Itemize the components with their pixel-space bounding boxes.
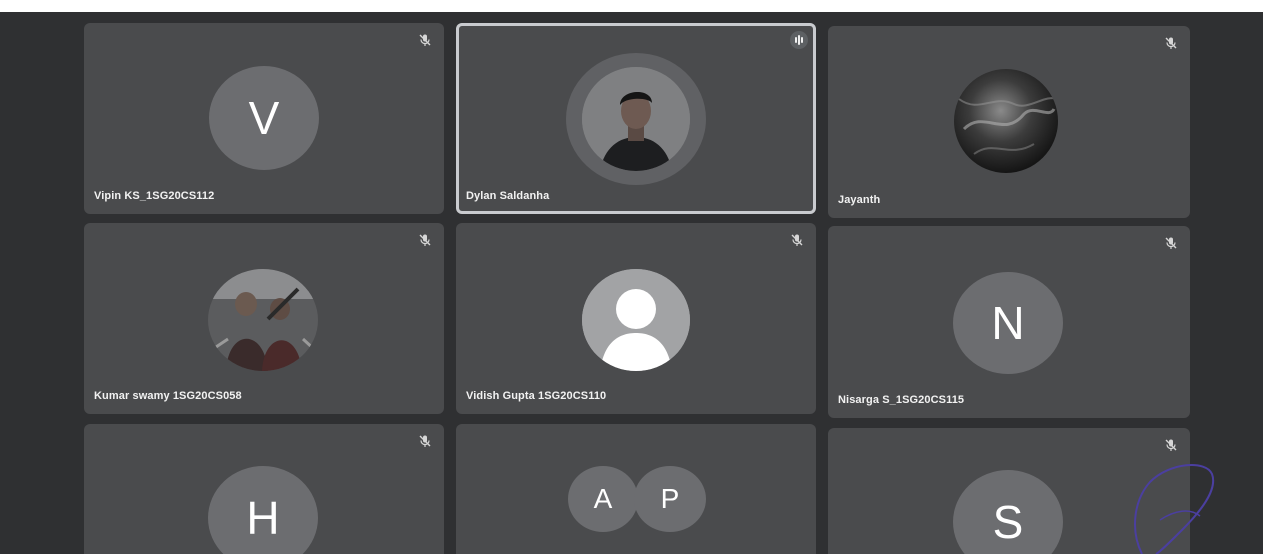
participant-tile-h[interactable]: H (84, 424, 444, 554)
meeting-grid: V Vipin KS_1SG20CS112 Dylan Saldanha Jay… (0, 12, 1263, 554)
participant-tile-vidish[interactable]: Vidish Gupta 1SG20CS110 (456, 223, 816, 414)
audio-level-icon (790, 31, 808, 49)
participant-tile-ap[interactable]: A P (456, 424, 816, 554)
mic-off-icon (419, 234, 431, 246)
mic-off-icon (791, 234, 803, 246)
participant-tile-kumar[interactable]: Kumar swamy 1SG20CS058 (84, 223, 444, 414)
participant-name: Kumar swamy 1SG20CS058 (94, 390, 242, 402)
mic-off-icon (1165, 37, 1177, 49)
participant-name: Jayanth (838, 194, 881, 206)
participant-tile-nisarga[interactable]: N Nisarga S_1SG20CS115 (828, 226, 1190, 418)
avatar: N (953, 272, 1063, 374)
avatar: S (953, 470, 1063, 554)
participant-name: Vidish Gupta 1SG20CS110 (466, 390, 607, 402)
mic-off-icon (1165, 237, 1177, 249)
handwritten-annotation (1134, 463, 1215, 554)
participant-name: Vipin KS_1SG20CS112 (94, 190, 215, 202)
avatar (582, 67, 690, 171)
avatar: V (209, 66, 319, 170)
person-icon (582, 269, 690, 371)
avatar: H (208, 466, 318, 554)
participant-tile-vipin[interactable]: V Vipin KS_1SG20CS112 (84, 23, 444, 214)
mic-off-icon (1165, 439, 1177, 451)
avatar (954, 69, 1058, 173)
participant-name: Nisarga S_1SG20CS115 (838, 394, 965, 406)
avatar: A (568, 466, 638, 532)
participant-tile-dylan[interactable]: Dylan Saldanha (456, 23, 816, 214)
participant-name: Dylan Saldanha (466, 190, 550, 202)
mic-off-icon (419, 34, 431, 46)
participant-tile-jayanth[interactable]: Jayanth (828, 26, 1190, 218)
mic-off-icon (419, 435, 431, 447)
avatar (208, 269, 318, 371)
avatar: P (634, 466, 706, 532)
